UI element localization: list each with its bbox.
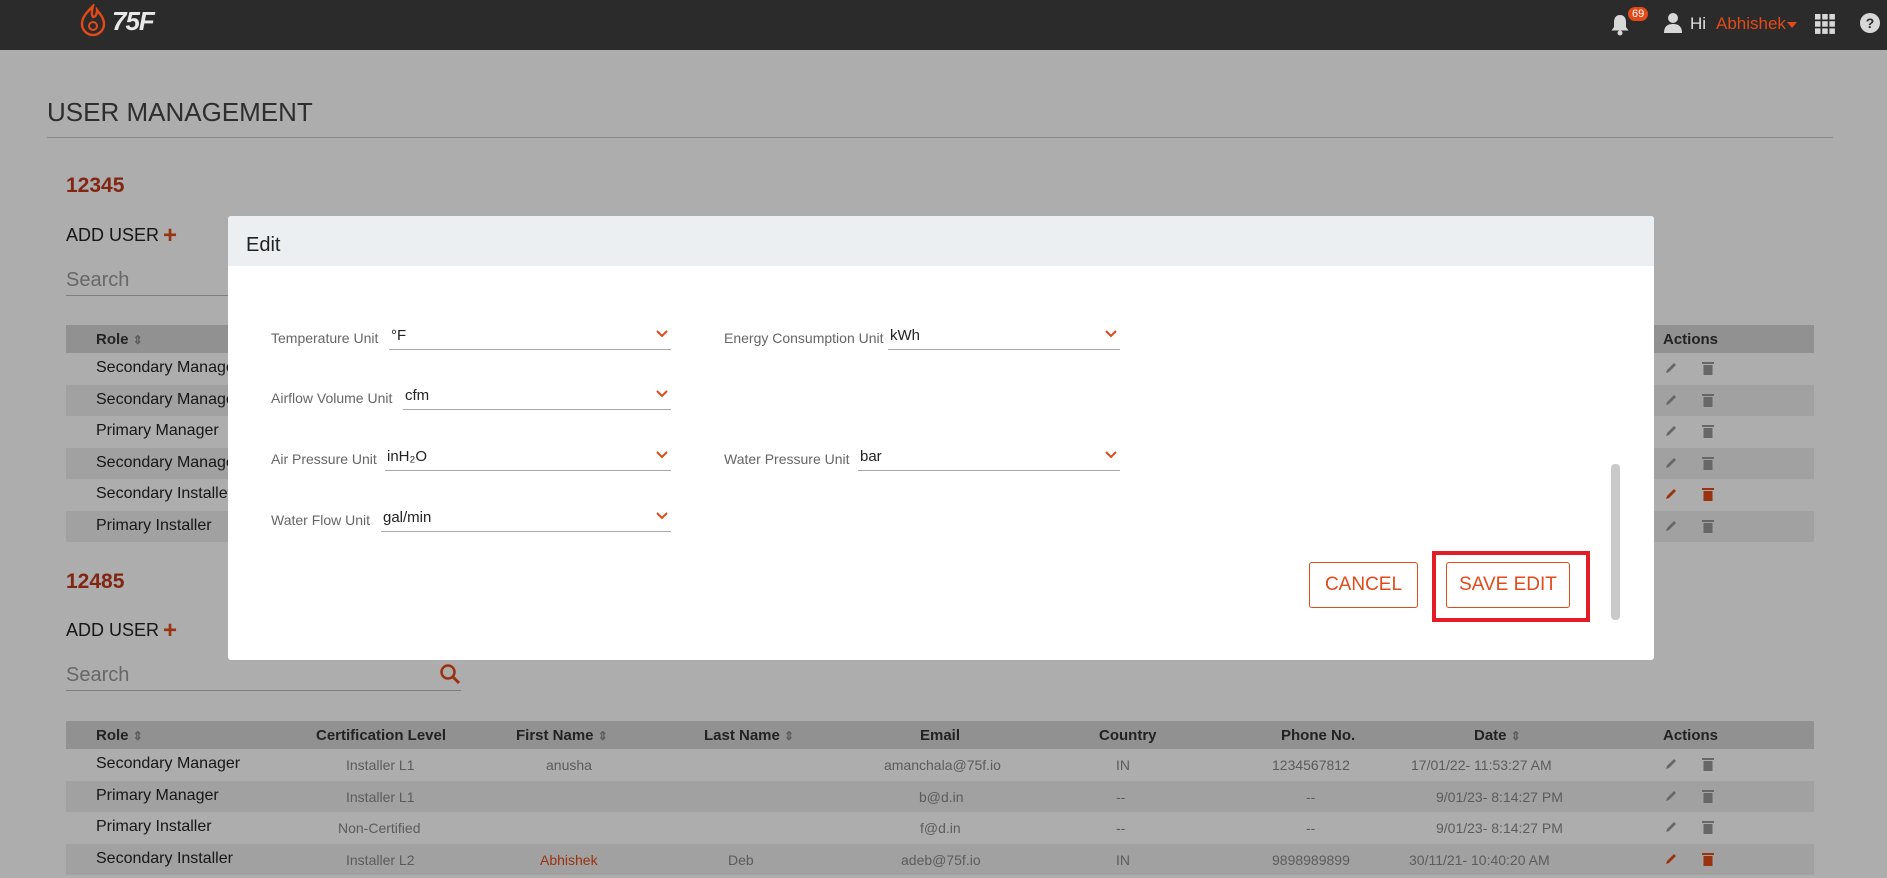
air-pressure-unit-field: Air Pressure Unit inH₂O	[271, 441, 671, 471]
logo[interactable]: 75F	[78, 4, 155, 38]
chevron-down-icon	[1105, 330, 1117, 338]
scrollbar[interactable]	[1611, 464, 1620, 620]
chevron-down-icon	[656, 330, 668, 338]
user-name-dropdown[interactable]: Abhishek	[1716, 14, 1786, 34]
water-flow-unit-field: Water Flow Unit gal/min	[271, 502, 671, 532]
water-flow-unit-value: gal/min	[383, 509, 432, 526]
chevron-down-icon	[656, 512, 668, 520]
airflow-unit-field: Airflow Volume Unit cfm	[271, 380, 671, 410]
chevron-down-icon	[656, 451, 668, 459]
dialog-title: Edit	[246, 234, 281, 256]
apps-grid-icon[interactable]	[1815, 14, 1835, 34]
air-pressure-unit-select[interactable]: inH₂O	[385, 445, 671, 471]
water-pressure-unit-select[interactable]: bar	[858, 445, 1120, 471]
temperature-unit-select[interactable]: °F	[389, 324, 671, 350]
energy-unit-value: kWh	[890, 327, 920, 344]
water-flow-unit-select[interactable]: gal/min	[381, 506, 671, 532]
logo-text: 75F	[112, 5, 155, 36]
air-pressure-unit-label: Air Pressure Unit	[271, 451, 377, 467]
temperature-unit-value: °F	[391, 327, 407, 344]
save-edit-button[interactable]: SAVE EDIT	[1446, 562, 1570, 608]
airflow-unit-label: Airflow Volume Unit	[271, 390, 393, 406]
dialog-header: Edit	[228, 216, 1654, 266]
energy-unit-label: Energy Consumption Unit	[724, 330, 884, 346]
water-flow-unit-label: Water Flow Unit	[271, 512, 371, 528]
chevron-down-icon[interactable]	[1787, 22, 1797, 28]
user-icon[interactable]	[1663, 12, 1683, 34]
notification-count-badge: 69	[1628, 7, 1649, 21]
airflow-unit-select[interactable]: cfm	[403, 384, 671, 410]
energy-unit-field: Energy Consumption Unit kWh	[724, 320, 1124, 350]
water-pressure-unit-field: Water Pressure Unit bar	[724, 441, 1124, 471]
air-pressure-unit-value: inH₂O	[387, 448, 427, 465]
flame-logo-icon	[80, 4, 106, 37]
water-pressure-unit-label: Water Pressure Unit	[724, 451, 850, 467]
cancel-button[interactable]: CANCEL	[1309, 562, 1418, 608]
chevron-down-icon	[656, 390, 668, 398]
greeting-text: Hi	[1690, 14, 1707, 33]
edit-dialog: Edit Temperature Unit °F Energy Consumpt…	[228, 216, 1654, 660]
temperature-unit-label: Temperature Unit	[271, 330, 379, 346]
airflow-unit-value: cfm	[405, 387, 430, 404]
energy-unit-select[interactable]: kWh	[888, 324, 1120, 350]
chevron-down-icon	[1105, 451, 1117, 459]
help-icon[interactable]: ?	[1860, 13, 1880, 33]
top-bar: 75F 69 Hi Abhishek ?	[0, 0, 1887, 50]
temperature-unit-field: Temperature Unit °F	[271, 320, 671, 350]
notification-bell-icon[interactable]	[1610, 14, 1630, 36]
water-pressure-unit-value: bar	[860, 448, 882, 465]
